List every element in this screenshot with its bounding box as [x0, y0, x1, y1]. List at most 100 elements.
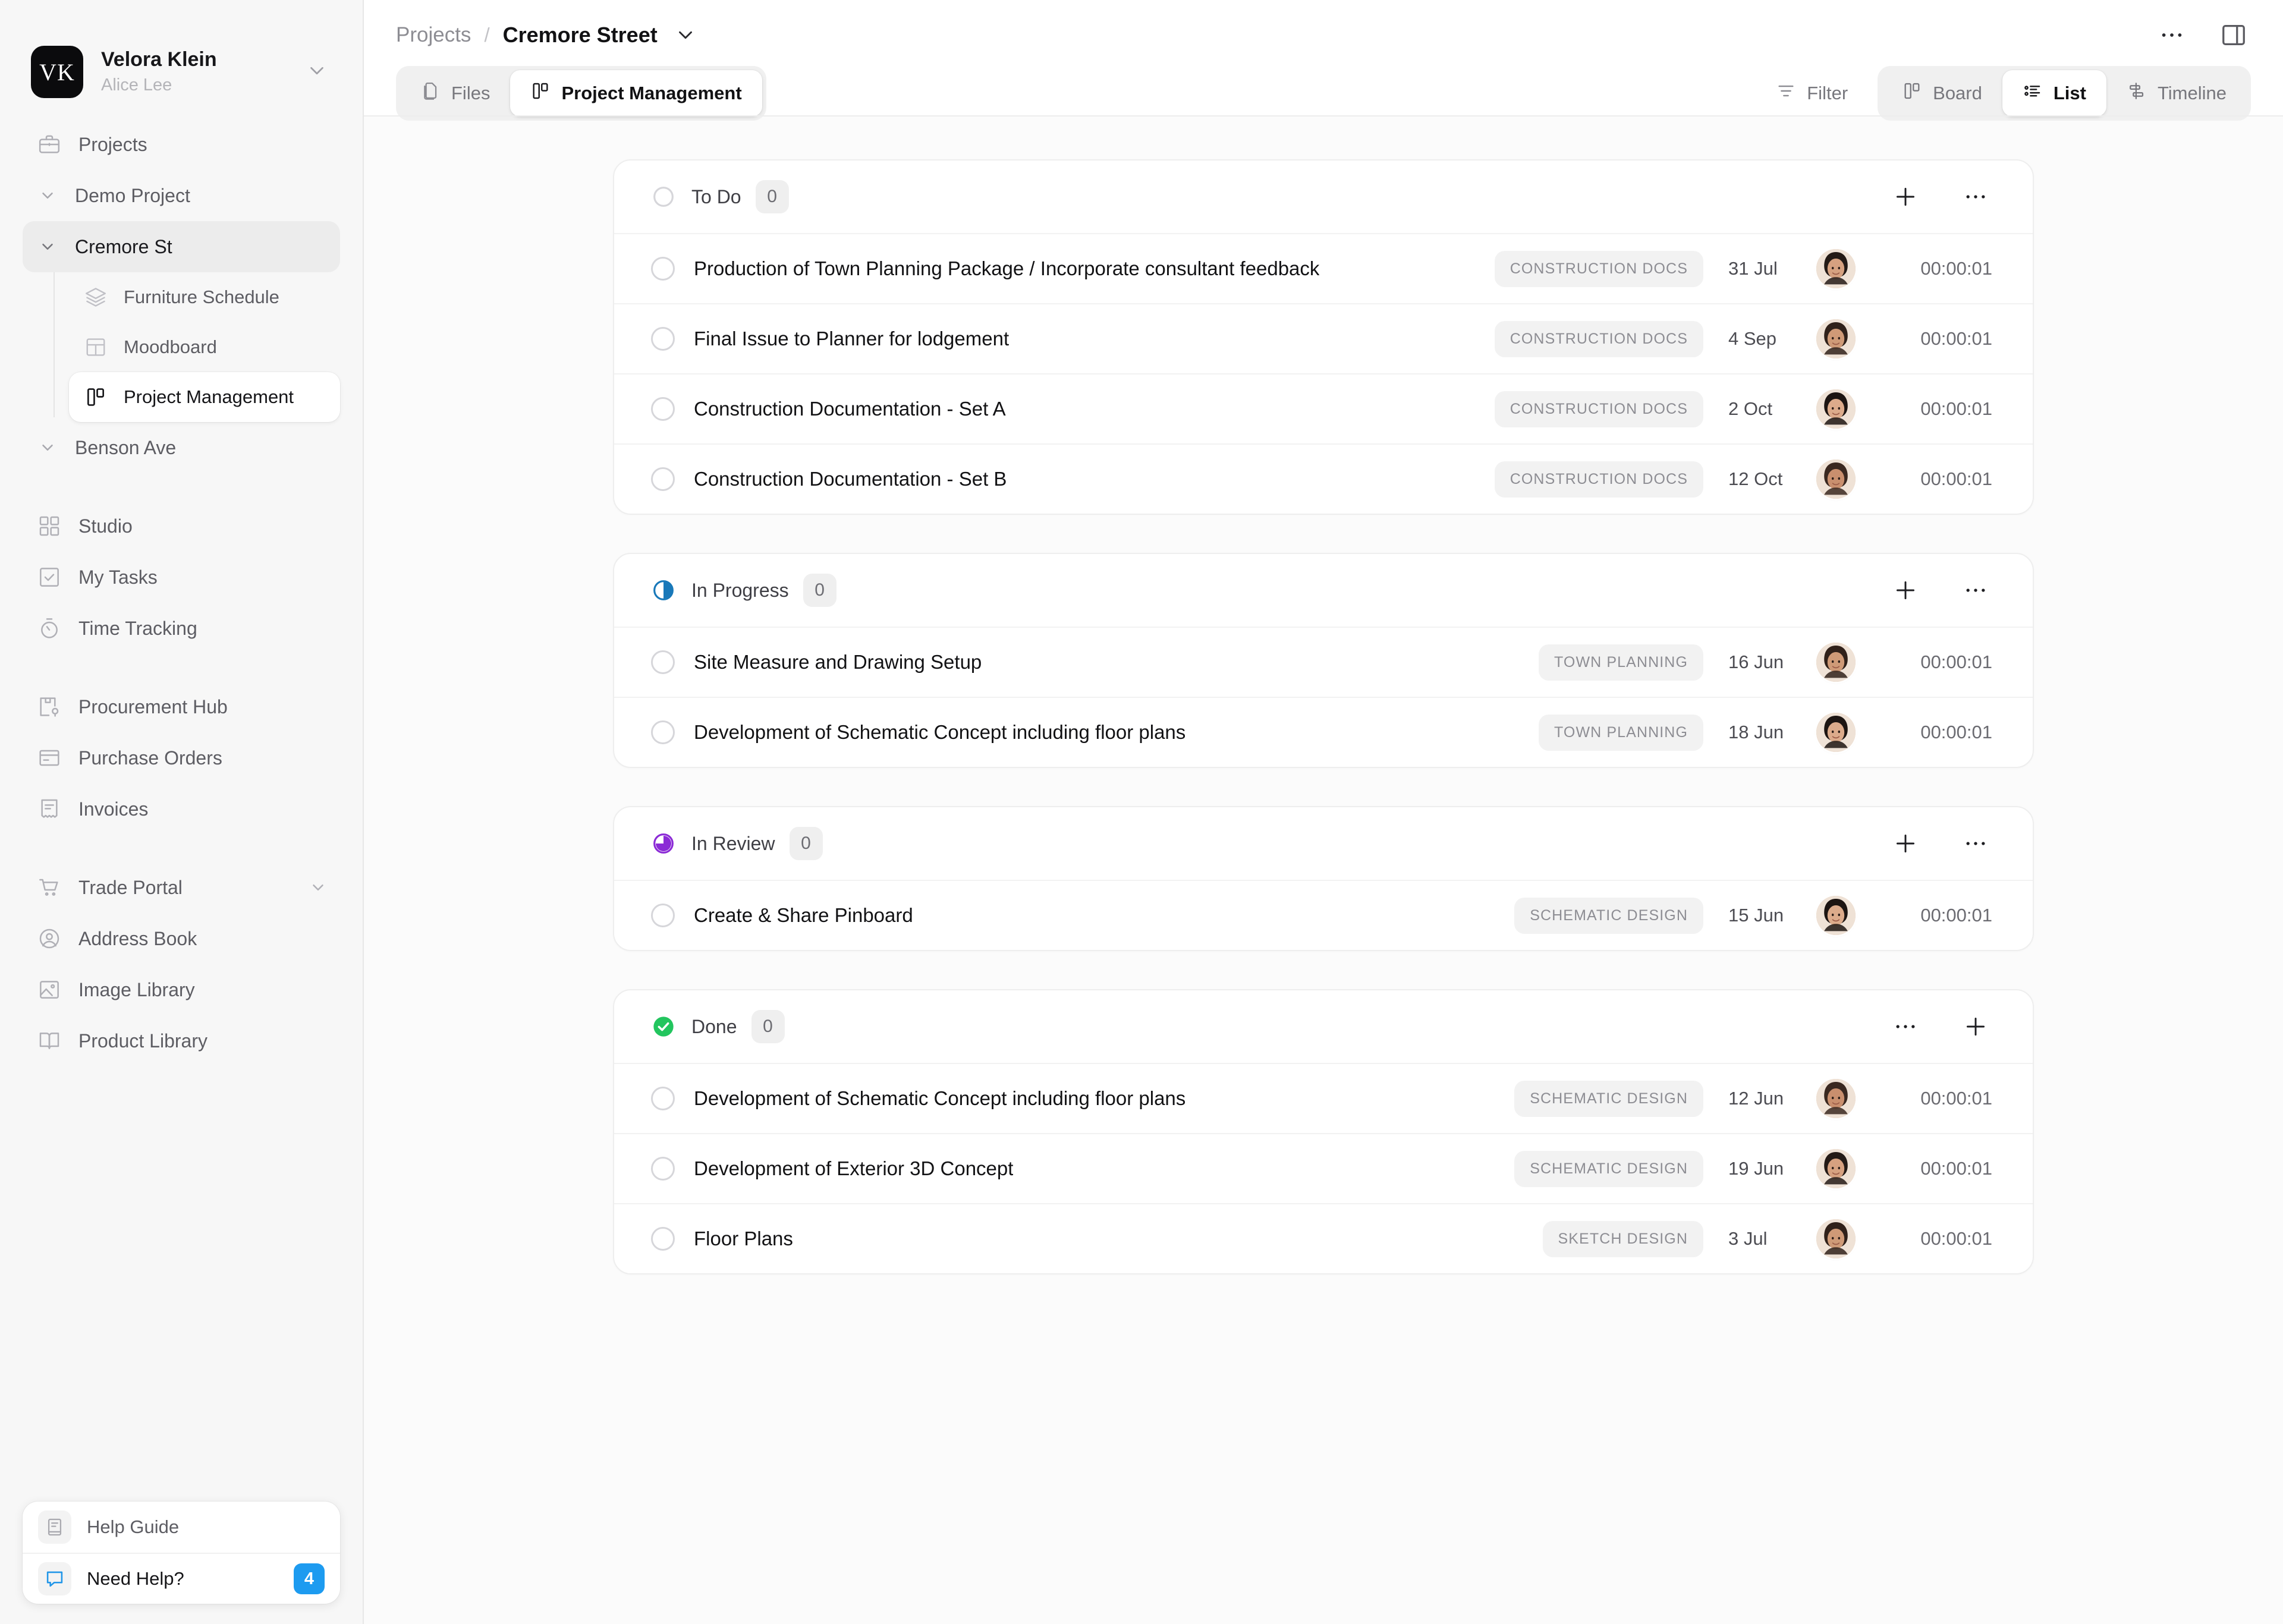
task-assignee-avatar[interactable]	[1816, 1219, 1856, 1258]
need-help-button[interactable]: Need Help? 4	[23, 1553, 340, 1604]
sidebar-item-benson-ave[interactable]: Benson Ave	[23, 422, 340, 473]
more-options-icon[interactable]	[2155, 18, 2189, 52]
task-assignee-avatar[interactable]	[1816, 643, 1856, 682]
task-timer[interactable]: 00:00:01	[1856, 398, 1992, 420]
task-timer[interactable]: 00:00:01	[1856, 328, 1992, 350]
task-assignee-avatar[interactable]	[1816, 1079, 1856, 1118]
task-complete-checkbox[interactable]	[651, 1227, 675, 1251]
task-row[interactable]: Development of Schematic Concept includi…	[614, 1063, 2033, 1133]
task-assignee-avatar[interactable]	[1816, 1149, 1856, 1188]
group-more-options-icon[interactable]	[1959, 180, 1992, 213]
chevron-down-icon[interactable]	[36, 439, 59, 457]
sidebar-item-address-book[interactable]: Address Book	[23, 913, 340, 964]
sidebar-item-image-library[interactable]: Image Library	[23, 964, 340, 1015]
group-more-options-icon[interactable]	[1959, 827, 1992, 860]
task-row[interactable]: Development of Exterior 3D Concept SCHEMA…	[614, 1133, 2033, 1203]
task-row[interactable]: Development of Schematic Concept includi…	[614, 697, 2033, 767]
task-due-date[interactable]: 2 Oct	[1703, 398, 1816, 420]
task-tag[interactable]: TOWN PLANNING	[1539, 644, 1703, 681]
task-complete-checkbox[interactable]	[651, 397, 675, 421]
task-tag[interactable]: SKETCH DESIGN	[1542, 1220, 1703, 1257]
sidebar-item-my-tasks[interactable]: My Tasks	[23, 552, 340, 603]
task-timer[interactable]: 00:00:01	[1856, 468, 1992, 490]
add-task-icon[interactable]	[1959, 1010, 1992, 1043]
task-complete-checkbox[interactable]	[651, 1087, 675, 1110]
task-tag[interactable]: TOWN PLANNING	[1539, 714, 1703, 751]
task-tag[interactable]: CONSTRUCTION DOCS	[1494, 320, 1703, 357]
task-assignee-avatar[interactable]	[1816, 319, 1856, 358]
sidebar-item-trade-portal[interactable]: Trade Portal	[23, 862, 340, 913]
sidebar-item-projects[interactable]: Projects	[23, 119, 340, 170]
filter-button[interactable]: Filter	[1770, 73, 1854, 114]
task-due-date[interactable]: 12 Oct	[1703, 468, 1816, 490]
task-complete-checkbox[interactable]	[651, 650, 675, 674]
help-guide-button[interactable]: Help Guide	[23, 1502, 340, 1553]
task-assignee-avatar[interactable]	[1816, 389, 1856, 429]
task-due-date[interactable]: 18 Jun	[1703, 722, 1816, 743]
add-task-icon[interactable]	[1889, 180, 1922, 213]
group-more-options-icon[interactable]	[1889, 1010, 1922, 1043]
task-assignee-avatar[interactable]	[1816, 459, 1856, 499]
task-row[interactable]: Final Issue to Planner for lodgement CONS…	[614, 303, 2033, 373]
add-task-icon[interactable]	[1889, 574, 1922, 607]
task-complete-checkbox[interactable]	[651, 1157, 675, 1181]
sidebar-item-cremore-st[interactable]: Cremore St	[23, 221, 340, 272]
task-row[interactable]: Construction Documentation - Set A CONSTR…	[614, 373, 2033, 443]
chevron-down-icon[interactable]	[309, 879, 327, 896]
task-tag[interactable]: SCHEMATIC DESIGN	[1514, 1080, 1703, 1117]
sidebar-item-product-library[interactable]: Product Library	[23, 1015, 340, 1066]
task-timer[interactable]: 00:00:01	[1856, 1228, 1992, 1250]
view-list[interactable]: List	[2002, 70, 2106, 117]
task-due-date[interactable]: 19 Jun	[1703, 1158, 1816, 1179]
task-complete-checkbox[interactable]	[651, 257, 675, 281]
task-tag[interactable]: SCHEMATIC DESIGN	[1514, 897, 1703, 934]
sidebar-item-purchase-orders[interactable]: Purchase Orders	[23, 732, 340, 783]
task-timer[interactable]: 00:00:01	[1856, 722, 1992, 743]
task-row[interactable]: Production of Town Planning Package / In…	[614, 233, 2033, 303]
view-board[interactable]: Board	[1882, 70, 2002, 117]
task-due-date[interactable]: 12 Jun	[1703, 1088, 1816, 1109]
task-complete-checkbox[interactable]	[651, 327, 675, 351]
task-tag[interactable]: SCHEMATIC DESIGN	[1514, 1150, 1703, 1187]
task-row[interactable]: Site Measure and Drawing Setup TOWN PLANN…	[614, 627, 2033, 697]
chevron-down-icon[interactable]	[36, 238, 59, 256]
task-complete-checkbox[interactable]	[651, 904, 675, 927]
task-assignee-avatar[interactable]	[1816, 249, 1856, 288]
task-due-date[interactable]: 31 Jul	[1703, 258, 1816, 279]
task-timer[interactable]: 00:00:01	[1856, 1088, 1992, 1109]
task-complete-checkbox[interactable]	[651, 467, 675, 491]
sidebar-item-procurement-hub[interactable]: Procurement Hub	[23, 681, 340, 732]
task-assignee-avatar[interactable]	[1816, 713, 1856, 752]
sidebar-item-demo-project[interactable]: Demo Project	[23, 170, 340, 221]
breadcrumb-projects[interactable]: Projects	[396, 23, 471, 47]
task-assignee-avatar[interactable]	[1816, 896, 1856, 935]
group-more-options-icon[interactable]	[1959, 574, 1992, 607]
chevron-down-icon[interactable]	[306, 59, 332, 85]
task-complete-checkbox[interactable]	[651, 720, 675, 744]
task-due-date[interactable]: 4 Sep	[1703, 328, 1816, 350]
tab-files[interactable]: Files	[400, 70, 510, 117]
tab-project-management[interactable]: Project Management	[510, 70, 762, 117]
content-scroll[interactable]: To Do 0 Production of Town Planning Packag…	[364, 117, 2283, 1624]
task-timer[interactable]: 00:00:01	[1856, 258, 1992, 279]
view-timeline[interactable]: Timeline	[2106, 70, 2247, 117]
task-row[interactable]: Floor Plans SKETCH DESIGN 3 Jul 00:00:01	[614, 1203, 2033, 1273]
workspace-switcher[interactable]: VK Velora Klein Alice Lee	[0, 0, 363, 107]
task-timer[interactable]: 00:00:01	[1856, 1158, 1992, 1179]
task-timer[interactable]: 00:00:01	[1856, 652, 1992, 673]
sidebar-item-furniture-schedule[interactable]: Furniture Schedule	[69, 272, 340, 322]
sidebar-item-studio[interactable]: Studio	[23, 501, 340, 552]
task-tag[interactable]: CONSTRUCTION DOCS	[1494, 391, 1703, 427]
sidebar-item-invoices[interactable]: Invoices	[23, 783, 340, 835]
task-due-date[interactable]: 16 Jun	[1703, 652, 1816, 673]
sidebar-item-project-management[interactable]: Project Management	[69, 372, 340, 422]
chevron-down-icon[interactable]	[36, 187, 59, 204]
toggle-panel-icon[interactable]	[2216, 18, 2251, 52]
task-tag[interactable]: CONSTRUCTION DOCS	[1494, 250, 1703, 287]
task-due-date[interactable]: 3 Jul	[1703, 1228, 1816, 1250]
task-due-date[interactable]: 15 Jun	[1703, 905, 1816, 926]
sidebar-item-time-tracking[interactable]: Time Tracking	[23, 603, 340, 654]
task-timer[interactable]: 00:00:01	[1856, 905, 1992, 926]
chevron-down-icon[interactable]	[674, 24, 697, 46]
add-task-icon[interactable]	[1889, 827, 1922, 860]
